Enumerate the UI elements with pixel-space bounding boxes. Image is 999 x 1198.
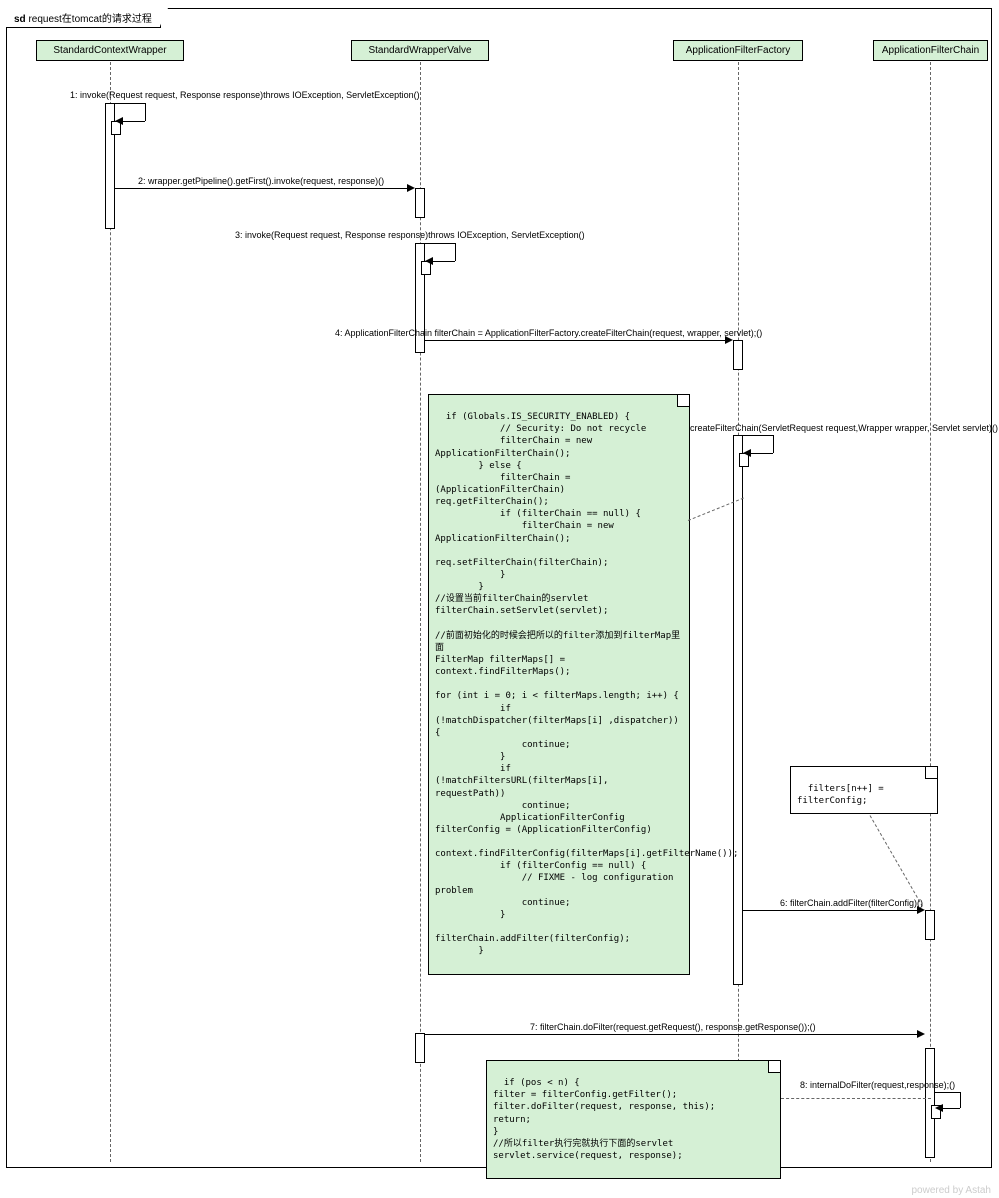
message-2-label: 2: wrapper.getPipeline().getFirst().invo… <box>138 176 384 186</box>
lifeline-standard-context-wrapper: StandardContextWrapper <box>36 40 184 61</box>
message-4-label: 4: ApplicationFilterChain filterChain = … <box>335 328 762 338</box>
note3-connector <box>781 1098 931 1099</box>
message-4-arrow <box>425 340 731 341</box>
message-8-label: 8: internalDoFilter(request,response);() <box>800 1080 955 1090</box>
message-3-label: 3: invoke(Request request, Response resp… <box>235 230 585 240</box>
activation-l3-b <box>733 435 743 985</box>
message-7-label: 7: filterChain.doFilter(request.getReque… <box>530 1022 816 1032</box>
activation-l4-b <box>925 1048 935 1158</box>
watermark: powered by Astah <box>912 1185 992 1196</box>
message-7-head <box>917 1030 925 1038</box>
message-2-arrow <box>115 188 413 189</box>
message-7-arrow <box>425 1034 923 1035</box>
lifeline-application-filter-factory: ApplicationFilterFactory <box>673 40 803 61</box>
activation-l4-a <box>925 910 935 940</box>
message-2-head <box>407 184 415 192</box>
note-filters-assign: filters[n++] = filterConfig; <box>790 766 938 814</box>
note-dofilter-code: if (pos < n) { filter = filterConfig.get… <box>486 1060 781 1179</box>
activation-l3-a <box>733 340 743 370</box>
note-createfilterchain-code: if (Globals.IS_SECURITY_ENABLED) { // Se… <box>428 394 690 975</box>
activation-l2-d <box>415 1033 425 1063</box>
message-1-label: 1: invoke(Request request, Response resp… <box>70 90 420 100</box>
message-5-label: 5: createFilterChain(ServletRequest requ… <box>680 423 998 433</box>
lifeline-application-filter-chain: ApplicationFilterChain <box>873 40 988 61</box>
message-6-label: 6: filterChain.addFilter(filterConfig)() <box>780 898 923 908</box>
message-6-arrow <box>743 910 923 911</box>
lifeline-standard-wrapper-valve: StandardWrapperValve <box>351 40 489 61</box>
diagram-title: sd request在tomcat的请求过程 <box>6 8 161 28</box>
lifeline-line-4 <box>930 62 931 1162</box>
lifeline-line-2 <box>420 62 421 1162</box>
activation-l2-a <box>415 188 425 218</box>
message-6-head <box>917 906 925 914</box>
message-4-head <box>725 336 733 344</box>
